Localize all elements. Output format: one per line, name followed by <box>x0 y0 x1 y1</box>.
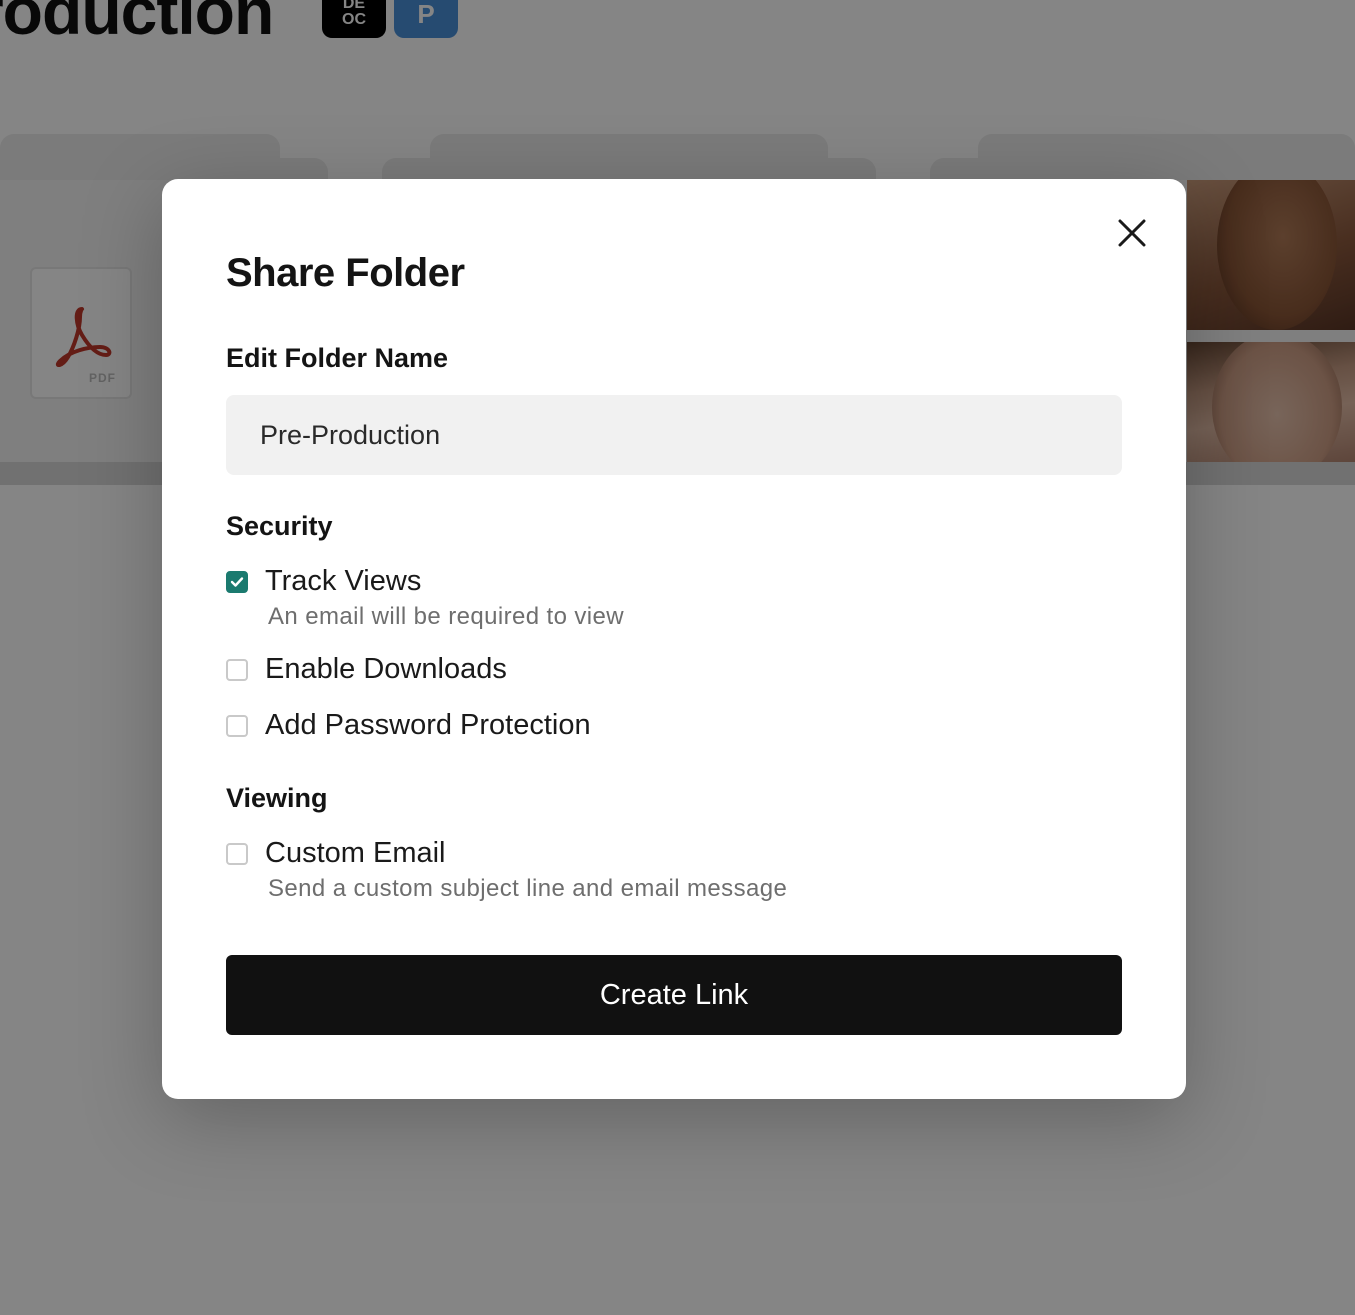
custom-email-label: Custom Email <box>265 837 446 869</box>
dialog-title: Share Folder <box>226 251 465 295</box>
custom-email-checkbox[interactable] <box>226 842 248 865</box>
track-views-checkbox[interactable] <box>226 570 248 593</box>
create-link-button[interactable]: Create Link <box>226 955 1122 1035</box>
folder-name-label: Edit Folder Name <box>226 343 449 373</box>
share-folder-dialog: Share Folder Edit Folder Name Security T… <box>162 179 1186 1099</box>
security-heading: Security <box>226 511 333 541</box>
password-protection-option[interactable]: Add Password Protection <box>226 709 591 742</box>
folder-name-input[interactable] <box>226 395 1122 475</box>
close-button[interactable] <box>1114 215 1150 251</box>
enable-downloads-checkbox[interactable] <box>226 658 248 681</box>
viewing-heading: Viewing <box>226 783 328 813</box>
custom-email-option[interactable]: Custom Email <box>226 837 446 870</box>
custom-email-help: Send a custom subject line and email mes… <box>268 875 788 902</box>
enable-downloads-label: Enable Downloads <box>265 653 507 685</box>
enable-downloads-option[interactable]: Enable Downloads <box>226 653 507 686</box>
check-icon <box>230 576 244 587</box>
track-views-label: Track Views <box>265 565 422 597</box>
password-protection-label: Add Password Protection <box>265 709 591 741</box>
track-views-option[interactable]: Track Views <box>226 565 421 598</box>
close-icon <box>1118 219 1146 247</box>
password-protection-checkbox[interactable] <box>226 714 248 737</box>
track-views-help: An email will be required to view <box>268 603 625 630</box>
